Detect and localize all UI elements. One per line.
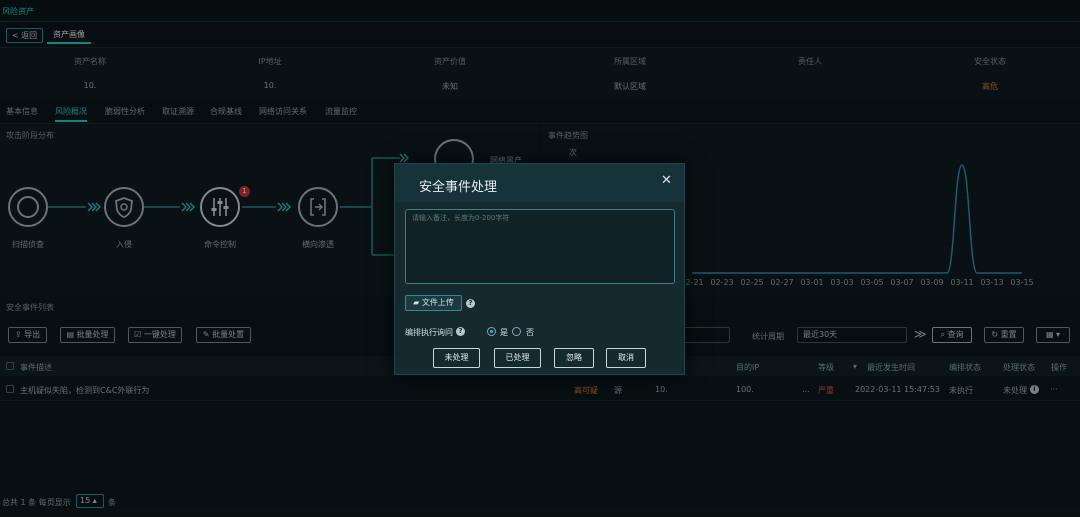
radio-no-label[interactable]: 否: [526, 327, 534, 338]
file-upload-label: 文件上传: [421, 298, 454, 307]
orch-ask-label: 编排执行询问: [405, 328, 453, 337]
radio-yes[interactable]: [487, 327, 496, 336]
handled-button[interactable]: 已处理: [494, 348, 541, 368]
dialog-title: 安全事件处理: [419, 180, 498, 195]
upload-help-icon[interactable]: ?: [466, 299, 475, 308]
remark-textarea[interactable]: 请输入备注，长度为0-200字符: [405, 209, 675, 284]
close-icon[interactable]: ✕: [661, 173, 672, 188]
ask-help-icon[interactable]: ?: [456, 327, 465, 336]
file-upload-button[interactable]: ▰ 文件上传: [405, 295, 462, 311]
ignore-button[interactable]: 忽略: [554, 348, 594, 368]
radio-yes-label[interactable]: 是: [500, 327, 508, 338]
radio-no[interactable]: [512, 327, 521, 336]
folder-icon: ▰: [413, 298, 422, 307]
cancel-button[interactable]: 取消: [606, 348, 646, 368]
dialog-header: 安全事件处理 ✕: [395, 164, 684, 202]
unhandled-button[interactable]: 未处理: [433, 348, 480, 368]
event-handling-dialog: 安全事件处理 ✕ 请输入备注，长度为0-200字符 ▰ 文件上传 ? 编排执行询…: [394, 163, 685, 375]
